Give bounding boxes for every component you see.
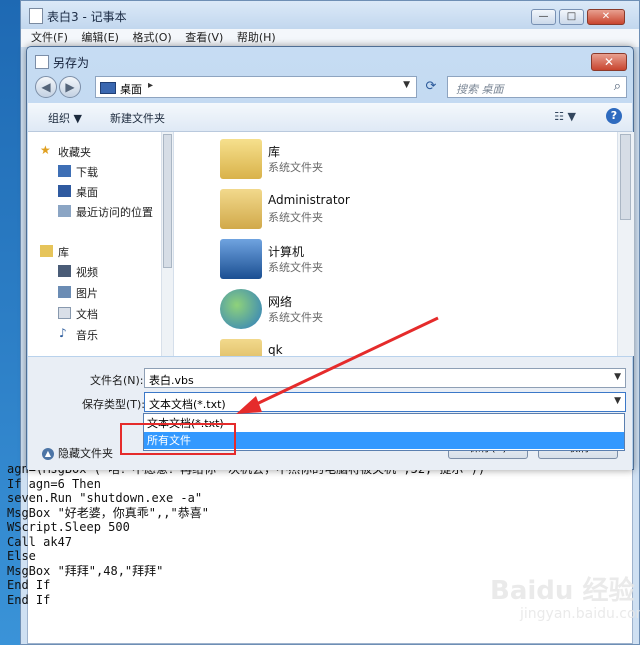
watermark-url: jingyan.baidu.com	[520, 606, 640, 622]
watermark-logo: Baidu 经验	[490, 576, 635, 606]
annotation-arrow	[236, 316, 439, 414]
